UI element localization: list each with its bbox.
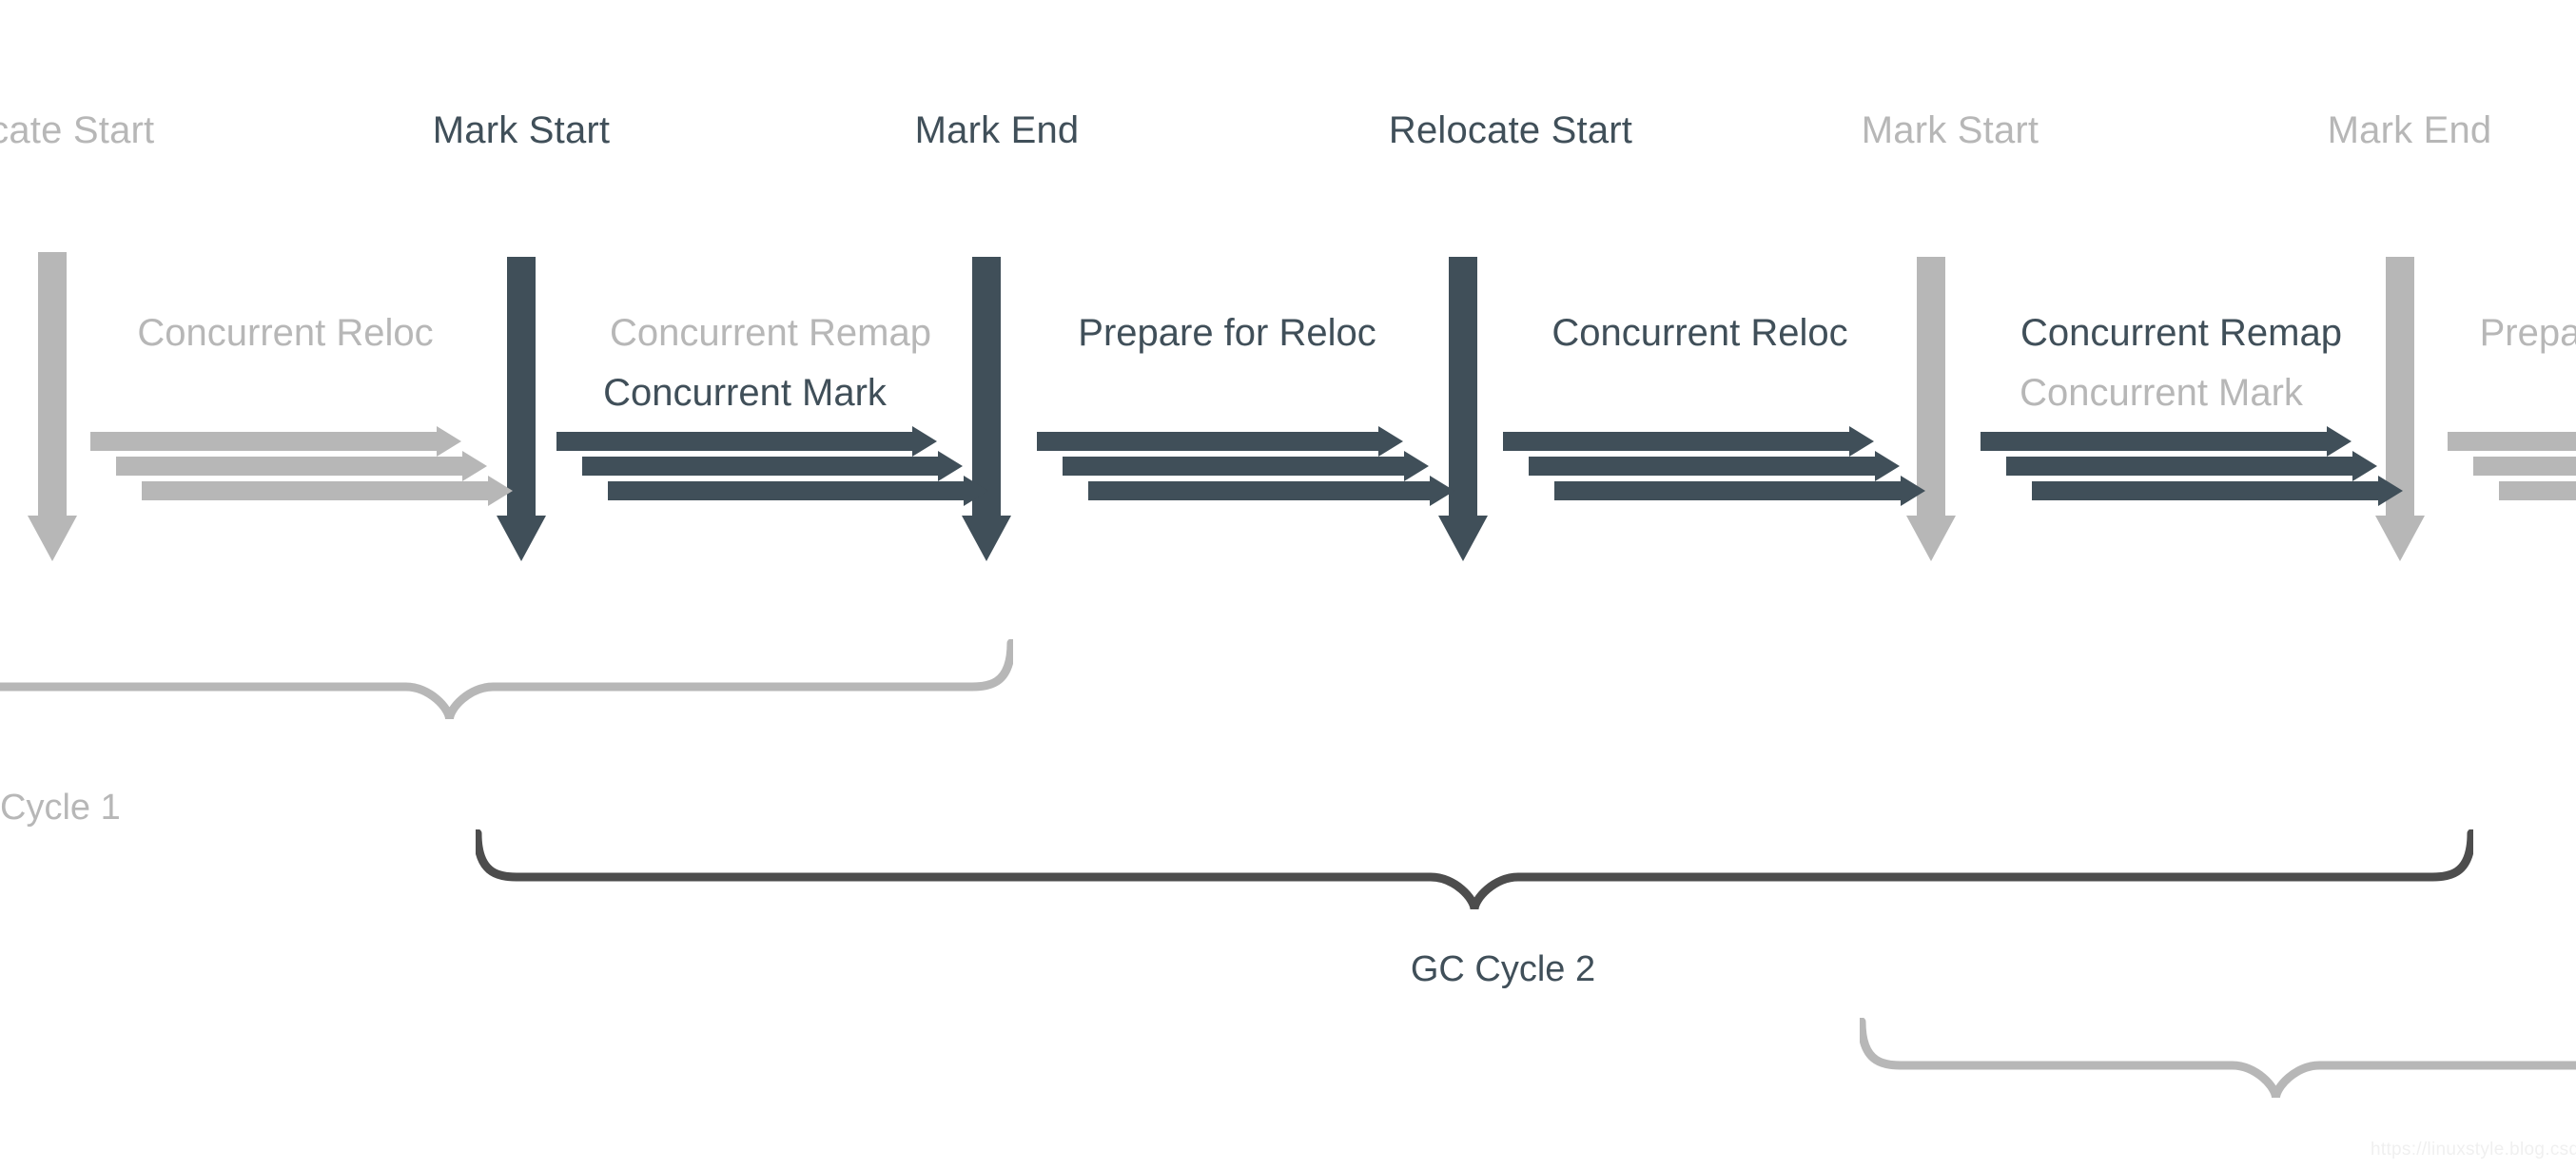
safepoint-arrow-icon bbox=[962, 257, 1011, 561]
marker-label: Mark Start bbox=[1861, 109, 2039, 151]
watermark-text: https://linuxstyle.blog.csdn.net bbox=[2371, 1140, 2576, 1160]
cycle-brace bbox=[0, 639, 1013, 723]
worker-thread-arrows bbox=[556, 426, 992, 510]
safepoint-arrow-icon bbox=[497, 257, 546, 561]
marker-label: Relocate Start bbox=[1388, 109, 1633, 151]
phase-label: Prepare for Reloc bbox=[1078, 312, 1376, 354]
cycle-caption: GC Cycle 2 bbox=[1410, 949, 1596, 989]
phase-label: Concurrent Reloc bbox=[137, 312, 434, 354]
phase-label: Concurrent Mark bbox=[2020, 372, 2303, 414]
phase-label: Concurrent Reloc bbox=[1551, 312, 1848, 354]
phase-label: Concurrent Remap bbox=[2020, 312, 2342, 354]
safepoint-arrow-icon bbox=[2375, 257, 2425, 561]
marker-label: locate Start bbox=[0, 109, 155, 151]
cycle-caption: Cycle 1 bbox=[0, 788, 121, 828]
phase-label: Concurrent Mark bbox=[603, 372, 887, 414]
worker-thread-arrows bbox=[1981, 426, 2407, 510]
worker-thread-arrows bbox=[1037, 426, 1458, 510]
marker-label: Mark End bbox=[914, 109, 1080, 151]
worker-thread-arrows bbox=[90, 426, 517, 510]
marker-label: Mark Start bbox=[432, 109, 611, 151]
phase-label: Prepa bbox=[2479, 312, 2576, 354]
diagram-canvas: locate Start Mark Start Mark End Relocate S… bbox=[0, 0, 2576, 1170]
safepoint-arrow-icon bbox=[1438, 257, 1488, 561]
worker-thread-arrows bbox=[2448, 426, 2576, 510]
marker-label: Mark End bbox=[2327, 109, 2492, 151]
phase-label: Concurrent Remap bbox=[610, 312, 931, 354]
safepoint-arrow-icon bbox=[1906, 257, 1956, 561]
cycle-brace bbox=[1860, 1018, 2576, 1102]
worker-thread-arrows bbox=[1503, 426, 1929, 510]
cycle-brace bbox=[476, 829, 2473, 913]
safepoint-arrow-icon bbox=[28, 252, 77, 561]
